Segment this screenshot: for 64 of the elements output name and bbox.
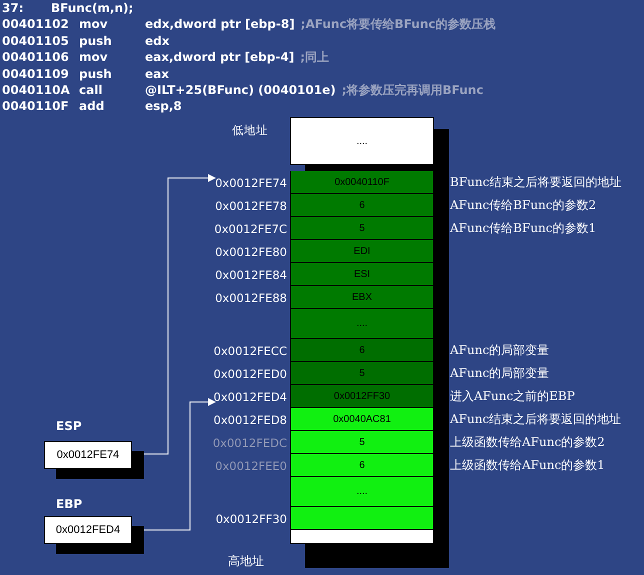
stack-note: AFunc的局部变量 (450, 365, 550, 382)
memory-address: 0x0012FE88 (215, 290, 287, 304)
memory-address: 0x0012FE78 (215, 198, 287, 212)
stack-note: 进入AFunc之前的EBP (450, 388, 575, 405)
stack-note: 上级函数传给AFunc的参数1 (450, 457, 605, 474)
stack-cell: 6 (290, 454, 434, 477)
instruction-address: 0040110A (2, 82, 71, 98)
stack-note: 上级函数传给AFunc的参数2 (450, 434, 605, 451)
memory-address: 0x0012FF30 (216, 512, 287, 526)
stack-cell: 5 (290, 431, 434, 454)
code-comment: ;将参数压完再调用BFunc (342, 82, 484, 98)
stack-note: AFunc结束之后将要返回的地址 (450, 411, 622, 428)
stack-cell: ESI (290, 263, 434, 286)
operands: edx (145, 32, 170, 50)
mnemonic: push (79, 32, 113, 50)
stack-cell: .... (290, 477, 434, 507)
instruction-address: 00401105 (2, 32, 70, 50)
instruction-address: 0040110F (2, 98, 70, 115)
code-comment: ;同上 (300, 49, 329, 66)
operands: eax (145, 66, 169, 82)
memory-address: 0x0012FEE0 (215, 458, 287, 472)
memory-address: 0x0012FED4 (214, 390, 287, 404)
stack-cell: 6 (290, 194, 434, 217)
instruction-address: 00401102 (2, 16, 70, 33)
stack-cell: EDI (290, 240, 434, 263)
stack-note: AFunc传给BFunc的参数2 (450, 197, 596, 214)
stack-cell: 6 (290, 339, 434, 362)
mnemonic: add (79, 98, 106, 115)
mnemonic: mov (79, 16, 109, 33)
stack-cell: 0x0012FF30 (290, 385, 434, 408)
memory-address: 0x0012FEDC (212, 436, 287, 450)
memory-address: 0x0012FE80 (215, 244, 287, 258)
stack-cell: 5 (290, 362, 434, 385)
operands: edx,dword ptr [ebp-8] (145, 16, 295, 33)
code-comment: ;AFunc将要传给BFunc的参数压栈 (300, 16, 496, 33)
stack-note: AFunc的局部变量 (450, 342, 550, 359)
instruction-address: 00401106 (2, 49, 70, 66)
stack-cell: .... (290, 117, 434, 165)
memory-address: 0x0012FE84 (215, 268, 287, 282)
memory-address: 0x0012FED0 (214, 366, 287, 380)
mnemonic: call (79, 82, 104, 98)
memory-address: 0x0012FE7C (214, 222, 287, 236)
instruction-address: 00401109 (2, 66, 70, 82)
mnemonic: push (79, 66, 113, 82)
low-address-label: 低地址 (232, 123, 268, 138)
stack-cell: 0x0040AC81 (290, 408, 434, 431)
operands: eax,dword ptr [ebp-4] (145, 49, 294, 66)
register-name: EBP (56, 497, 82, 511)
stack-cell: .... (290, 309, 434, 339)
memory-address: 0x0012FED8 (214, 412, 287, 426)
mnemonic: mov (79, 49, 109, 66)
operands: @ILT+25(BFunc) (0040101e) (145, 82, 336, 98)
stack-note: BFunc结束之后将要返回的地址 (450, 174, 622, 191)
register-name: ESP (56, 419, 82, 433)
operands: esp,8 (145, 98, 182, 115)
stack-cell: EBX (290, 286, 434, 309)
high-address-label: 高地址 (228, 553, 264, 570)
stack-note: AFunc传给BFunc的参数1 (450, 220, 596, 237)
memory-address: 0x0012FE74 (215, 176, 287, 190)
stack-cell: 5 (290, 217, 434, 240)
stack-cell: 0x0040110F (290, 171, 434, 194)
source-code: BFunc(m,n); (51, 0, 134, 16)
memory-address: 0x0012FECC (214, 344, 287, 358)
line-label: 37: (2, 0, 24, 16)
